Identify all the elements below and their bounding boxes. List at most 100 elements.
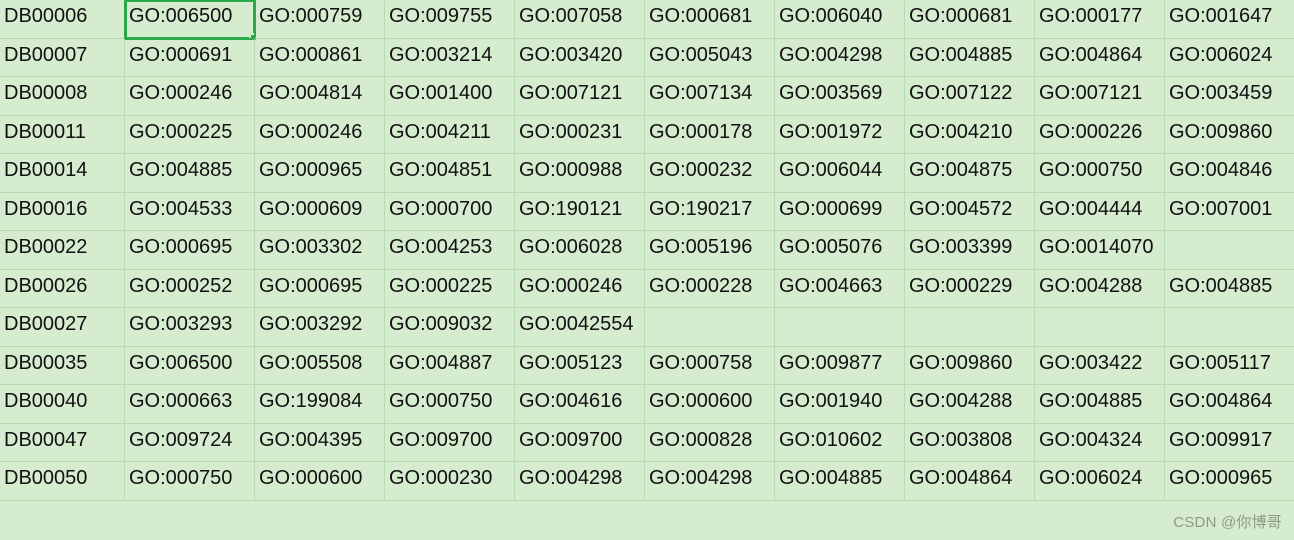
data-cell[interactable]: GO:000691 [125, 39, 255, 78]
data-cell[interactable]: GO:000965 [255, 154, 385, 193]
data-cell[interactable]: GO:005123 [515, 347, 645, 386]
data-cell[interactable]: GO:004210 [905, 116, 1035, 155]
data-cell[interactable]: GO:004211 [385, 116, 515, 155]
data-cell[interactable]: GO:009032 [385, 308, 515, 347]
data-cell[interactable]: GO:001400 [385, 77, 515, 116]
data-cell[interactable]: GO:004885 [775, 462, 905, 501]
data-cell[interactable] [775, 308, 905, 347]
data-cell[interactable]: GO:000246 [255, 116, 385, 155]
data-cell[interactable]: GO:004846 [1165, 154, 1294, 193]
row-id-cell[interactable]: DB00035 [0, 347, 125, 386]
data-cell[interactable]: GO:004572 [905, 193, 1035, 232]
data-cell[interactable]: GO:003292 [255, 308, 385, 347]
data-cell[interactable]: GO:004533 [125, 193, 255, 232]
data-cell[interactable]: GO:004298 [775, 39, 905, 78]
data-cell[interactable]: GO:005117 [1165, 347, 1294, 386]
data-cell[interactable]: GO:007134 [645, 77, 775, 116]
data-cell[interactable]: GO:000750 [125, 462, 255, 501]
data-cell[interactable]: GO:004298 [645, 462, 775, 501]
data-cell[interactable]: GO:010602 [775, 424, 905, 463]
data-cell[interactable]: GO:004864 [905, 462, 1035, 501]
data-cell[interactable]: GO:004887 [385, 347, 515, 386]
data-cell[interactable]: GO:0014070 [1035, 231, 1165, 270]
data-cell[interactable]: GO:004885 [1165, 270, 1294, 309]
data-cell[interactable]: GO:004288 [905, 385, 1035, 424]
data-cell[interactable]: GO:000600 [255, 462, 385, 501]
data-cell[interactable]: GO:004885 [1035, 385, 1165, 424]
data-cell[interactable]: GO:004864 [1035, 39, 1165, 78]
data-cell[interactable]: GO:003569 [775, 77, 905, 116]
row-id-cell[interactable]: DB00008 [0, 77, 125, 116]
data-cell[interactable]: GO:001647 [1165, 0, 1294, 39]
data-cell[interactable]: GO:004864 [1165, 385, 1294, 424]
row-id-cell[interactable]: DB00040 [0, 385, 125, 424]
data-cell[interactable]: GO:005076 [775, 231, 905, 270]
data-cell[interactable]: GO:000681 [905, 0, 1035, 39]
data-cell[interactable]: GO:009860 [905, 347, 1035, 386]
data-cell[interactable]: GO:000232 [645, 154, 775, 193]
data-cell[interactable]: GO:000750 [1035, 154, 1165, 193]
data-cell[interactable] [1165, 308, 1294, 347]
data-cell[interactable]: GO:003459 [1165, 77, 1294, 116]
data-cell[interactable]: GO:000695 [255, 270, 385, 309]
data-cell[interactable]: GO:004253 [385, 231, 515, 270]
data-cell[interactable]: GO:009917 [1165, 424, 1294, 463]
data-cell[interactable]: GO:007122 [905, 77, 1035, 116]
data-cell[interactable]: GO:009700 [515, 424, 645, 463]
data-cell[interactable]: GO:000246 [125, 77, 255, 116]
data-cell[interactable]: GO:000246 [515, 270, 645, 309]
data-cell[interactable]: GO:000178 [645, 116, 775, 155]
data-cell[interactable] [1035, 308, 1165, 347]
data-cell[interactable]: GO:000225 [125, 116, 255, 155]
data-cell[interactable]: GO:005043 [645, 39, 775, 78]
data-cell[interactable]: GO:004298 [515, 462, 645, 501]
data-cell[interactable]: GO:001940 [775, 385, 905, 424]
data-cell[interactable]: GO:000700 [385, 193, 515, 232]
spreadsheet-grid[interactable]: DB00006GO:006500GO:000759GO:009755GO:007… [0, 0, 1294, 501]
data-cell[interactable]: GO:006024 [1035, 462, 1165, 501]
row-id-cell[interactable]: DB00007 [0, 39, 125, 78]
data-cell[interactable]: GO:006024 [1165, 39, 1294, 78]
data-cell[interactable]: GO:000226 [1035, 116, 1165, 155]
data-cell[interactable]: GO:004444 [1035, 193, 1165, 232]
row-id-cell[interactable]: DB00022 [0, 231, 125, 270]
data-cell[interactable]: GO:007001 [1165, 193, 1294, 232]
data-cell[interactable]: GO:004814 [255, 77, 385, 116]
data-cell[interactable]: GO:000231 [515, 116, 645, 155]
data-cell[interactable]: GO:000229 [905, 270, 1035, 309]
data-cell[interactable]: GO:003420 [515, 39, 645, 78]
data-cell[interactable]: GO:004324 [1035, 424, 1165, 463]
data-cell[interactable]: GO:007058 [515, 0, 645, 39]
data-cell[interactable]: GO:000695 [125, 231, 255, 270]
row-id-cell[interactable]: DB00027 [0, 308, 125, 347]
data-cell[interactable]: GO:004885 [125, 154, 255, 193]
data-cell[interactable]: GO:004851 [385, 154, 515, 193]
data-cell[interactable]: GO:009877 [775, 347, 905, 386]
data-cell[interactable] [905, 308, 1035, 347]
data-cell[interactable]: GO:000252 [125, 270, 255, 309]
data-cell[interactable]: GO:009860 [1165, 116, 1294, 155]
data-cell[interactable]: GO:006040 [775, 0, 905, 39]
data-cell[interactable]: GO:000681 [645, 0, 775, 39]
data-cell[interactable]: GO:000699 [775, 193, 905, 232]
data-cell[interactable]: GO:009724 [125, 424, 255, 463]
data-cell[interactable]: GO:007121 [515, 77, 645, 116]
data-cell[interactable]: GO:003808 [905, 424, 1035, 463]
data-cell[interactable]: GO:000759 [255, 0, 385, 39]
row-id-cell[interactable]: DB00050 [0, 462, 125, 501]
row-id-cell[interactable]: DB00047 [0, 424, 125, 463]
data-cell[interactable]: GO:000177 [1035, 0, 1165, 39]
data-cell[interactable]: GO:004885 [905, 39, 1035, 78]
data-cell[interactable]: GO:000230 [385, 462, 515, 501]
data-cell[interactable]: GO:003293 [125, 308, 255, 347]
data-cell[interactable]: GO:190217 [645, 193, 775, 232]
data-cell[interactable]: GO:003302 [255, 231, 385, 270]
data-cell[interactable]: GO:000861 [255, 39, 385, 78]
data-cell[interactable]: GO:000600 [645, 385, 775, 424]
data-cell[interactable]: GO:003422 [1035, 347, 1165, 386]
data-cell[interactable]: GO:001972 [775, 116, 905, 155]
data-cell[interactable] [645, 308, 775, 347]
data-cell[interactable]: GO:000663 [125, 385, 255, 424]
row-id-cell[interactable]: DB00006 [0, 0, 125, 39]
data-cell[interactable]: GO:000750 [385, 385, 515, 424]
